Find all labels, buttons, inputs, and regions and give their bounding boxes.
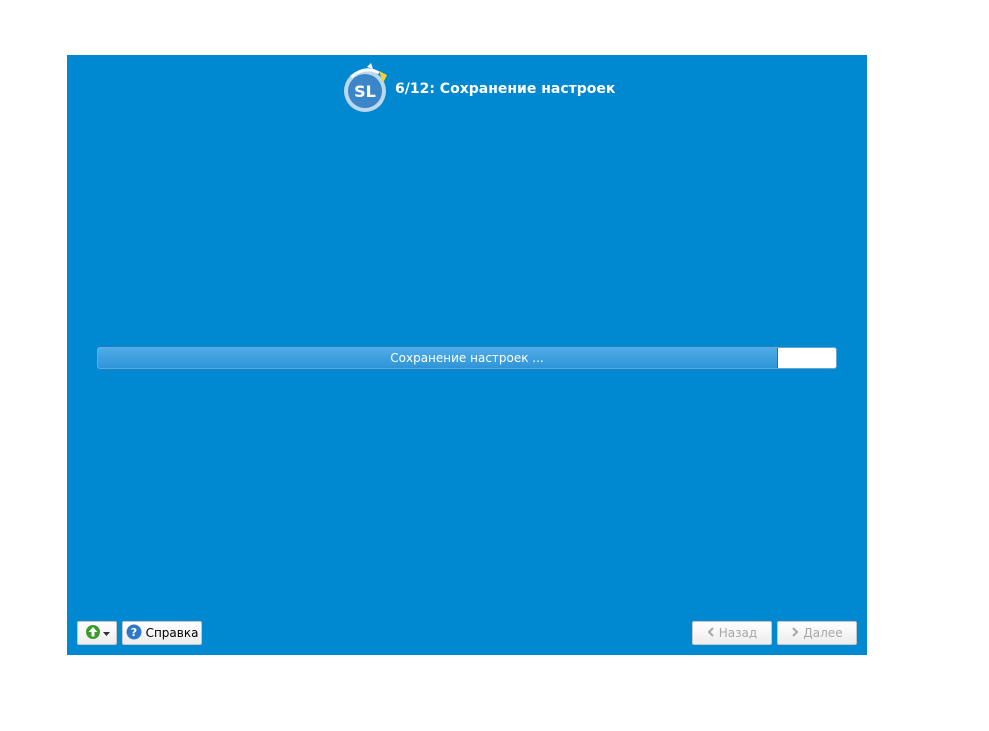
menu-button[interactable]	[77, 621, 117, 645]
help-label: Справка	[145, 626, 199, 640]
next-button[interactable]: Далее	[777, 621, 857, 645]
chevron-down-icon	[102, 626, 110, 640]
green-up-arrow-icon	[85, 624, 101, 643]
page-title: 6/12: Сохранение настроек	[395, 81, 616, 97]
sl-logo: SL	[343, 63, 391, 115]
help-button[interactable]: ? Справка	[122, 621, 202, 645]
sl-logo-icon: SL	[344, 63, 387, 112]
chevron-right-icon	[791, 626, 799, 640]
progress-bar: Сохранение настроек ...	[97, 347, 837, 369]
page-header: SL 6/12: Сохранение настроек	[67, 63, 867, 115]
svg-text:SL: SL	[354, 82, 376, 101]
back-label: Назад	[718, 626, 758, 640]
back-button[interactable]: Назад	[692, 621, 772, 645]
help-icon: ?	[126, 624, 142, 643]
chevron-left-icon	[707, 626, 715, 640]
next-label: Далее	[803, 626, 843, 640]
progress-text: Сохранение настроек ...	[390, 351, 544, 365]
installer-window: SL 6/12: Сохранение настроек Сохранение …	[67, 55, 867, 655]
svg-text:?: ?	[130, 626, 136, 639]
